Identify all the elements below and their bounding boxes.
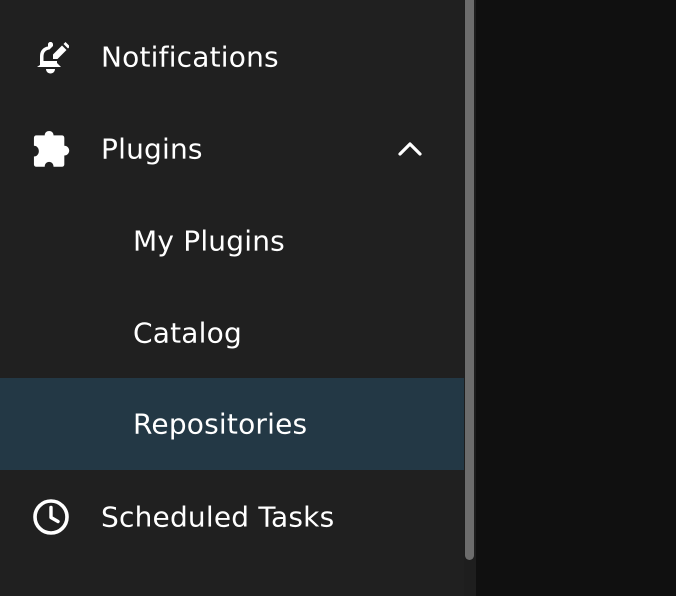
- scrollbar-thumb[interactable]: [465, 0, 474, 560]
- sidebar-item-notifications[interactable]: Notifications: [0, 11, 464, 103]
- notifications-edit-icon: [29, 35, 73, 79]
- sidebar-item-repositories[interactable]: Repositories: [0, 378, 464, 470]
- app-root: Notifications Plugins My Plugins Catalog: [0, 0, 676, 596]
- sidebar-item-label: My Plugins: [133, 224, 285, 258]
- sidebar-scrollbar[interactable]: [464, 0, 476, 596]
- sidebar-item-scheduled-tasks[interactable]: Scheduled Tasks: [0, 471, 464, 563]
- main-content: [476, 0, 676, 596]
- sidebar-item-plugins[interactable]: Plugins: [0, 103, 464, 195]
- sidebar-item-label: Repositories: [133, 407, 308, 441]
- sidebar-item-label: Notifications: [101, 40, 279, 74]
- sidebar-item-catalog[interactable]: Catalog: [0, 287, 464, 379]
- chevron-up-icon[interactable]: [394, 133, 426, 165]
- puzzle-icon: [29, 127, 73, 171]
- clock-icon: [29, 495, 73, 539]
- sidebar-item-my-plugins[interactable]: My Plugins: [0, 195, 464, 287]
- sidebar-item-label: Plugins: [101, 132, 203, 166]
- sidebar-item-label: Catalog: [133, 316, 242, 350]
- sidebar-item-label: Scheduled Tasks: [101, 500, 335, 534]
- sidebar: Notifications Plugins My Plugins Catalog: [0, 0, 464, 596]
